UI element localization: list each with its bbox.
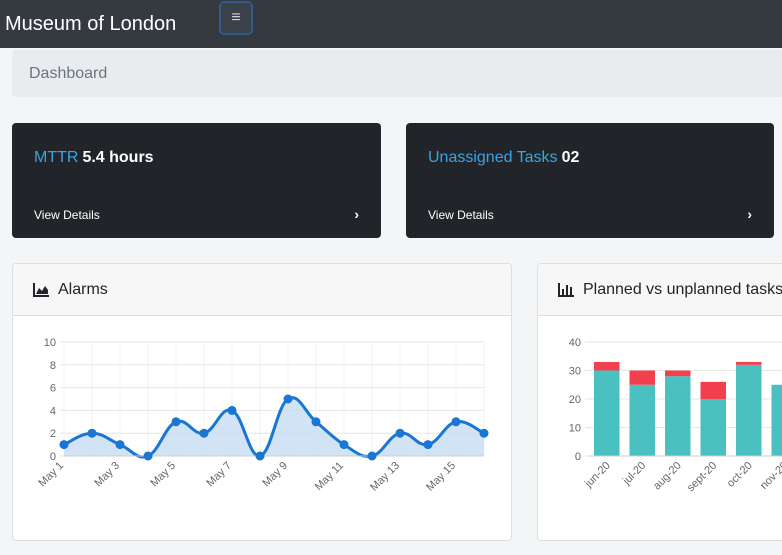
planned-bar — [700, 399, 726, 456]
alarms-data-point — [199, 428, 209, 438]
unassigned-label: Unassigned Tasks — [428, 149, 558, 166]
x-tick-label: oct-20 — [725, 460, 755, 490]
breadcrumb-current: Dashboard — [29, 64, 108, 82]
chevron-right-icon[interactable]: › — [747, 206, 752, 222]
navbar: Museum of London ≡ — [0, 0, 782, 48]
x-tick-label: May 1 — [36, 460, 66, 490]
mttr-label: MTTR — [34, 149, 79, 166]
unassigned-view-details-link[interactable]: View Details — [428, 208, 494, 222]
planned-bar — [665, 376, 691, 456]
alarms-data-point — [479, 428, 489, 438]
mttr-value: 5.4 hours — [82, 149, 154, 166]
chevron-right-icon[interactable]: › — [354, 206, 359, 222]
y-tick-label: 2 — [50, 428, 56, 440]
x-tick-label: May 7 — [204, 460, 234, 490]
alarms-data-point — [59, 440, 69, 450]
alarms-data-point — [339, 440, 349, 450]
alarms-data-point — [87, 428, 97, 438]
alarms-data-point — [283, 394, 293, 404]
alarms-data-point — [115, 440, 125, 450]
y-tick-label: 4 — [50, 405, 56, 417]
y-tick-label: 20 — [569, 394, 581, 406]
planned-bar — [629, 384, 655, 456]
alarms-data-point — [171, 417, 181, 427]
planned-bar — [594, 370, 620, 456]
alarms-data-point — [227, 405, 237, 415]
mttr-card: MTTR 5.4 hours View Details › — [12, 123, 381, 238]
alarms-panel: Alarms 0 2 4 6 8 10 May 1 May 3 May 5 May 7 May 9M… — [12, 263, 512, 541]
unassigned-title: Unassigned Tasks 02 — [428, 149, 579, 167]
menu-toggle-button[interactable]: ≡ — [219, 1, 253, 35]
alarms-data-point — [451, 417, 461, 427]
planned-panel-header: Planned vs unplanned tasks — [538, 264, 782, 316]
breadcrumb: Dashboard — [12, 50, 782, 97]
y-tick-label: 10 — [569, 423, 581, 435]
alarms-axis: 0246810May 1 May 3 May 5 May 7 May 9 May 11 Ma… — [36, 337, 458, 494]
planned-bar — [736, 364, 762, 456]
x-tick-label: May 11 — [313, 460, 346, 493]
alarms-panel-header: Alarms — [13, 264, 511, 316]
y-tick-label: 30 — [569, 366, 581, 378]
y-tick-label: 6 — [50, 383, 56, 395]
brand-title[interactable]: Museum of London — [5, 13, 176, 36]
x-tick-label: May 15 — [424, 460, 458, 494]
x-tick-label: May 13 — [368, 460, 402, 494]
x-tick-label: aug-20 — [651, 460, 684, 493]
area-chart-icon — [33, 282, 50, 297]
unplanned-bar — [629, 370, 655, 385]
x-tick-label: jun-20 — [582, 460, 613, 491]
planned-title: Planned vs unplanned tasks — [583, 280, 782, 298]
unplanned-bar — [700, 381, 726, 399]
alarms-data-point — [255, 451, 265, 461]
alarms-data-point — [395, 428, 405, 438]
x-tick-label: sept-20 — [685, 460, 719, 494]
planned-chart: 0 10 20 30 40 jun-20 jul-20 aug-20 sept-20 oct-20… — [569, 337, 782, 494]
x-tick-label: jul-20 — [620, 460, 648, 488]
alarms-data-point — [143, 451, 153, 461]
alarms-data-point — [423, 440, 433, 450]
x-tick-label: May 9 — [260, 460, 290, 490]
unplanned-bar — [736, 361, 762, 365]
y-tick-label: 40 — [569, 337, 581, 349]
x-tick-label: May 3 — [92, 460, 122, 490]
planned-panel: Planned vs unplanned tasks 0 10 20 30 40 jun-… — [537, 263, 782, 541]
alarms-data-point — [311, 417, 321, 427]
y-tick-label: 0 — [575, 451, 581, 463]
unassigned-value: 02 — [561, 149, 580, 166]
mttr-title: MTTR 5.4 hours — [34, 149, 154, 167]
planned-bar — [771, 384, 782, 456]
x-tick-label: nov-20 — [758, 460, 782, 492]
unplanned-bar — [594, 361, 620, 371]
mttr-view-details-link[interactable]: View Details — [34, 208, 100, 222]
unassigned-tasks-card: Unassigned Tasks 02 View Details › — [406, 123, 774, 238]
alarms-chart: 0246810May 1 May 3 May 5 May 7 May 9 May 11 Ma… — [36, 337, 489, 494]
y-tick-label: 8 — [50, 360, 56, 372]
alarms-data-point — [367, 451, 377, 461]
unplanned-bar — [665, 370, 691, 377]
x-tick-label: May 5 — [148, 460, 178, 490]
hamburger-icon: ≡ — [231, 9, 241, 26]
bar-chart-icon — [558, 282, 575, 297]
alarms-title: Alarms — [58, 280, 108, 298]
y-tick-label: 10 — [44, 337, 56, 349]
